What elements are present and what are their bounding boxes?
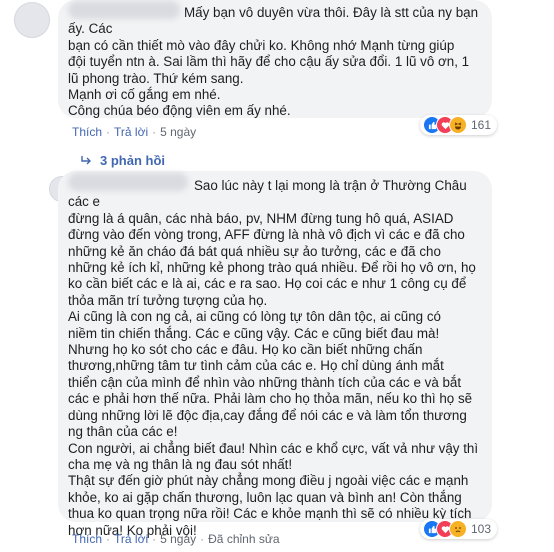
comment-actions: Thích · Trả lời · 5 ngày · Đã chỉnh sửa — [72, 532, 280, 546]
reply-link[interactable]: Trả lời — [114, 532, 148, 546]
commenter-name[interactable] — [68, 173, 188, 191]
commenter-name[interactable] — [68, 1, 180, 19]
reply-arrow-icon — [81, 155, 91, 164]
reactions-summary[interactable]: 103 — [420, 519, 498, 539]
replies-count-label: 3 phản hồi — [100, 153, 165, 168]
comment-bubble: Mấy bạn vô duyên vừa thôi. Đây là stt củ… — [58, 0, 492, 118]
reaction-count: 103 — [471, 522, 492, 536]
haha-icon — [449, 116, 467, 134]
view-replies-link[interactable]: 3 phản hồi — [80, 153, 165, 168]
comment-time[interactable]: 5 ngày — [160, 532, 196, 546]
edited-label[interactable]: Đã chỉnh sửa — [208, 532, 279, 546]
comment-text: Sao lúc này t lại mong là trận ở Thường … — [68, 178, 479, 538]
like-link[interactable]: Thích — [72, 125, 102, 139]
sad-icon — [449, 520, 467, 538]
avatar[interactable] — [14, 2, 50, 38]
reactions-summary[interactable]: 161 — [420, 115, 498, 135]
reaction-count: 161 — [471, 118, 492, 132]
comment-actions: Thích · Trả lời · 5 ngày — [72, 125, 197, 139]
comment-time[interactable]: 5 ngày — [160, 125, 196, 139]
like-link[interactable]: Thích — [72, 532, 102, 546]
comment-bubble: Sao lúc này t lại mong là trận ở Thường … — [58, 171, 492, 538]
reply-link[interactable]: Trả lời — [114, 125, 148, 139]
comment-text: Mấy bạn vô duyên vừa thôi. Đây là stt củ… — [68, 5, 479, 119]
